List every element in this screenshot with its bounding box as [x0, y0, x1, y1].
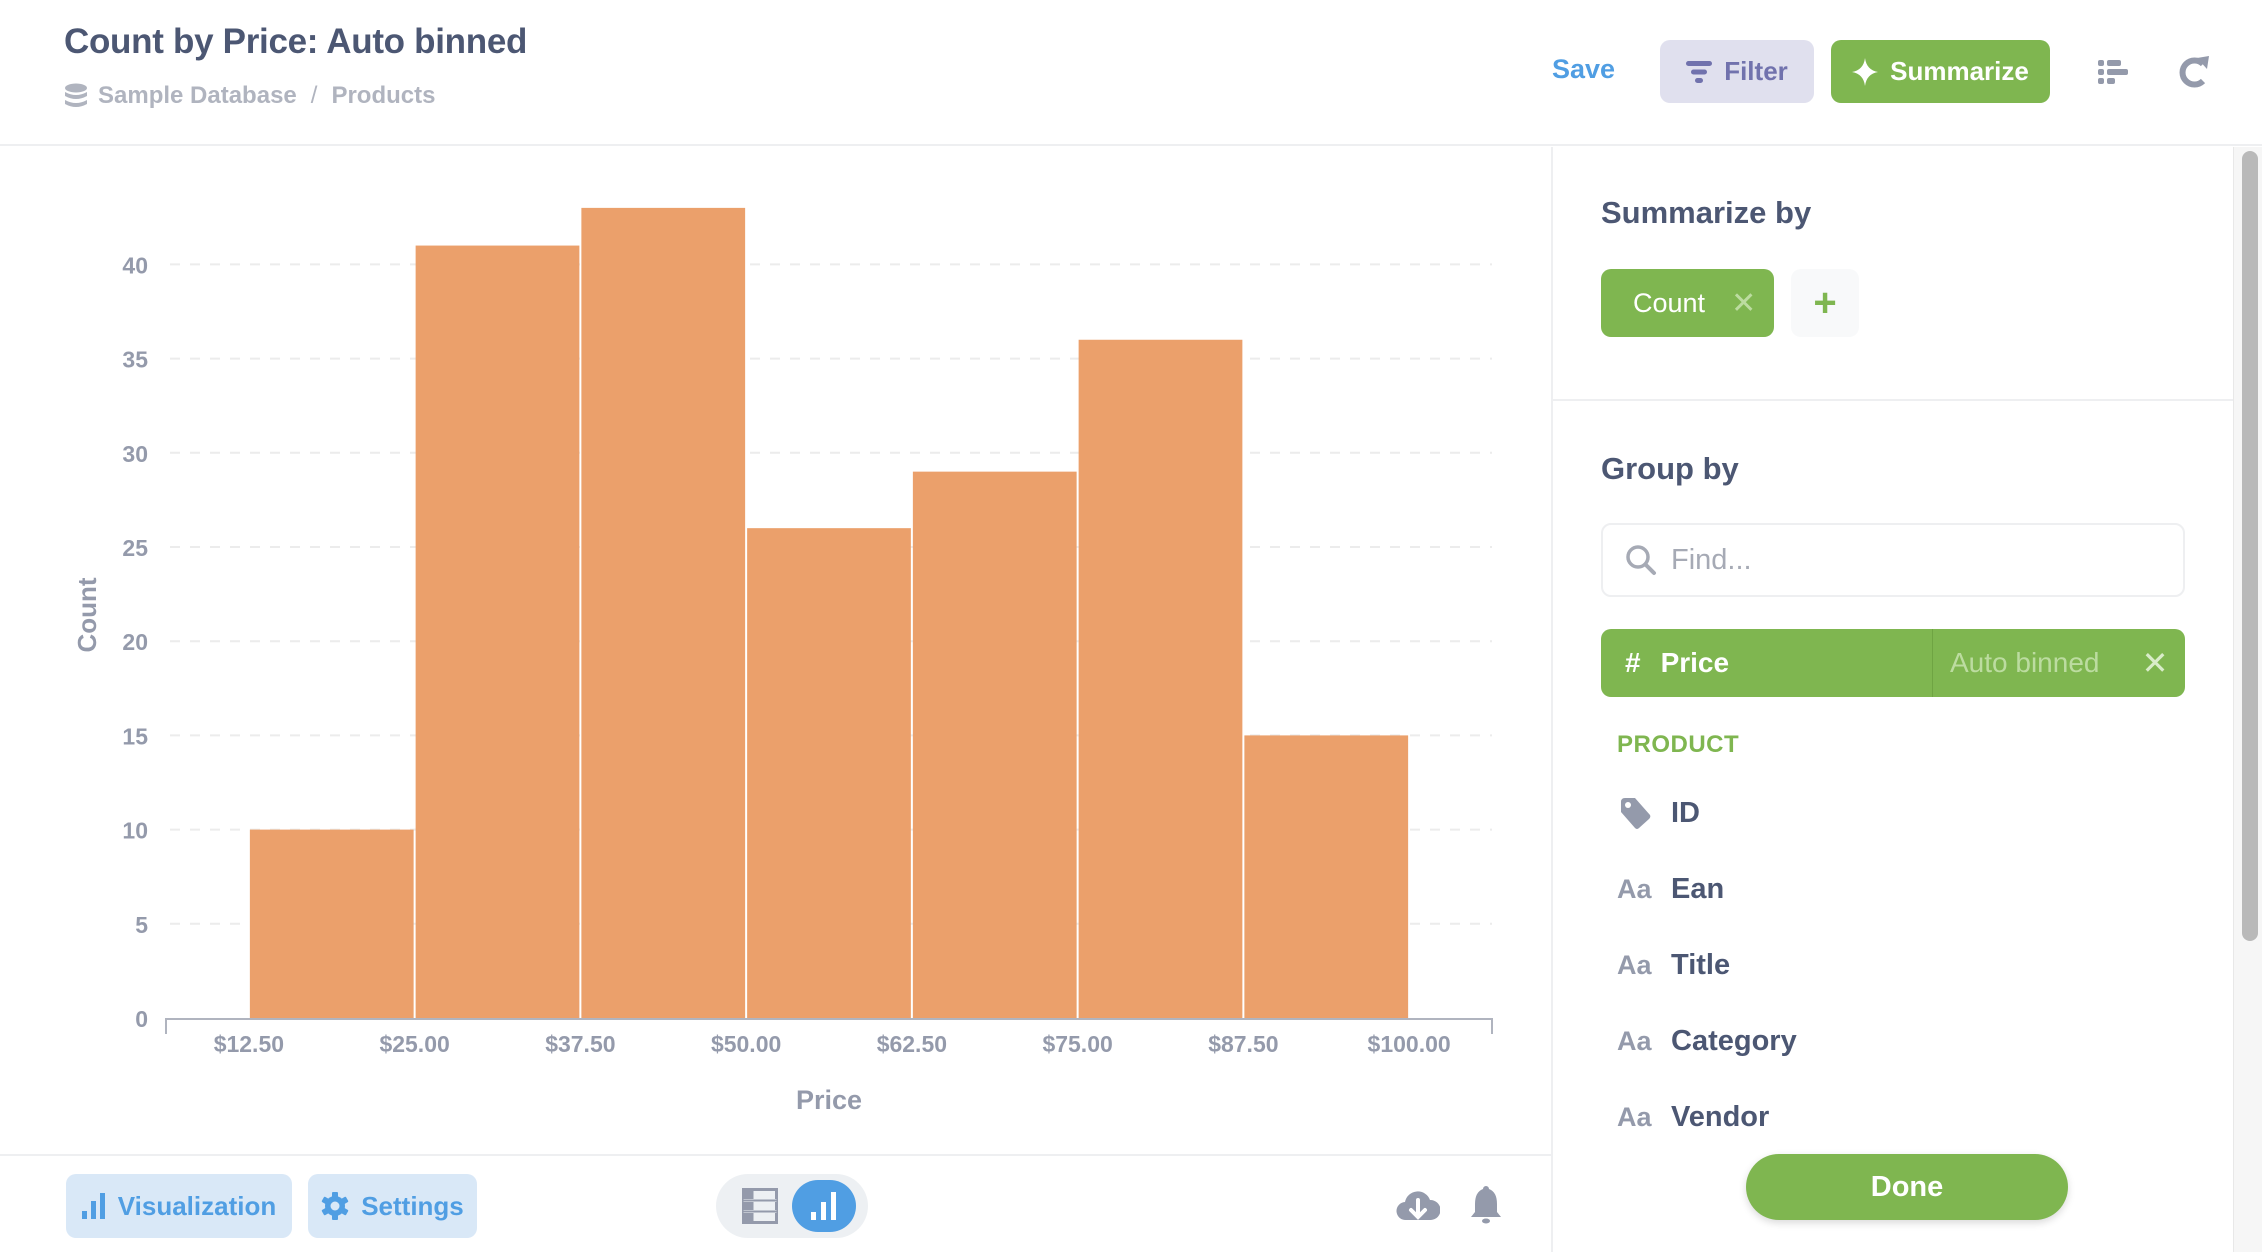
search-icon	[1626, 545, 1656, 575]
save-button[interactable]: Save	[1552, 54, 1615, 85]
summarize-sidebar: Summarize by Count ✕ + Group by # Price …	[1551, 147, 2235, 1252]
number-type-icon: #	[1625, 647, 1641, 678]
text-type-icon: Aa	[1617, 949, 1652, 980]
gear-icon	[321, 1192, 349, 1220]
view-toggle	[716, 1174, 868, 1238]
x-tick-label: $50.00	[711, 1031, 781, 1057]
dimension-item-vendor[interactable]: Aa Vendor	[1617, 1092, 1769, 1142]
y-tick-label: 0	[135, 1006, 148, 1032]
text-type-icon: Aa	[1617, 873, 1652, 904]
page-title: Count by Price: Auto binned	[64, 22, 528, 61]
x-axis-line	[165, 1018, 1493, 1034]
y-tick-label: 15	[122, 723, 148, 749]
filter-button[interactable]: Filter	[1660, 40, 1814, 103]
add-metric-button[interactable]: +	[1791, 269, 1859, 337]
dimension-label: Title	[1671, 948, 1731, 981]
histogram-bar[interactable]	[747, 528, 911, 1018]
database-icon	[65, 83, 87, 107]
remove-dimension-icon[interactable]: ✕	[2125, 629, 2185, 697]
dimension-label: ID	[1671, 796, 1700, 829]
histogram-chart: 0 5 10 15 20 25 30 35 40 $12.50 $25.00 $37.50 $50.00…	[72, 207, 1493, 1115]
bars	[249, 207, 1409, 1018]
breadcrumb-table[interactable]: Products	[331, 82, 435, 110]
bottom-bar: Visualization Settings	[0, 1154, 1551, 1252]
visualization-button[interactable]: Visualization	[66, 1174, 292, 1238]
y-tick-label: 20	[122, 629, 148, 655]
sidebar-scrollbar[interactable]	[2233, 147, 2262, 1252]
breadcrumb-database[interactable]: Sample Database	[98, 82, 297, 110]
metric-pill-count[interactable]: Count ✕	[1601, 269, 1774, 337]
settings-button[interactable]: Settings	[308, 1174, 477, 1238]
notebook-editor-button[interactable]	[2093, 52, 2133, 92]
query-header: Count by Price: Auto binned Sample Datab…	[0, 0, 2262, 146]
bar-chart-icon	[811, 1192, 836, 1220]
text-type-icon: Aa	[1617, 1101, 1652, 1132]
x-tick-label: $100.00	[1368, 1031, 1451, 1057]
filter-label: Filter	[1724, 56, 1788, 86]
find-input[interactable]	[1671, 543, 2171, 577]
dimension-item-id[interactable]: ID	[1617, 788, 1700, 838]
x-tick-label: $62.50	[877, 1031, 947, 1057]
done-button[interactable]: Done	[1746, 1154, 2068, 1220]
refresh-button[interactable]	[2174, 52, 2214, 92]
refresh-icon	[2179, 56, 2209, 88]
dimension-item-title[interactable]: Aa Title	[1617, 940, 1730, 990]
notebook-icon	[2098, 60, 2128, 84]
histogram-bar[interactable]	[1078, 339, 1243, 1018]
table-group-label: PRODUCT	[1617, 731, 1740, 758]
chart-area: 0 5 10 15 20 25 30 35 40 $12.50 $25.00 $37.50 $50.00…	[0, 147, 1551, 1153]
breadcrumb-separator: /	[310, 82, 318, 109]
metric-label: Count	[1633, 287, 1706, 318]
visualization-label: Visualization	[117, 1190, 277, 1221]
y-tick-label: 30	[122, 441, 148, 467]
sparkle-icon	[1852, 57, 1879, 86]
selected-dimension-label: Price	[1660, 647, 1730, 678]
histogram-bar[interactable]	[249, 829, 414, 1018]
histogram-bar[interactable]	[415, 245, 580, 1018]
scrollbar-thumb[interactable]	[2242, 151, 2258, 941]
y-axis-title: Count	[72, 577, 102, 652]
settings-label: Settings	[361, 1190, 464, 1221]
remove-metric-icon[interactable]: ✕	[1731, 286, 1756, 321]
bell-icon[interactable]	[1468, 1184, 1504, 1224]
group-by-heading: Group by	[1601, 451, 1739, 486]
section-divider	[1553, 399, 2235, 401]
y-tick-label: 25	[122, 535, 148, 561]
selected-dimension-main[interactable]: # Price	[1601, 629, 1933, 697]
breadcrumb: Sample Database / Products	[64, 82, 435, 110]
dimension-item-ean[interactable]: Aa Ean	[1617, 864, 1724, 914]
dimension-label: Vendor	[1671, 1100, 1770, 1133]
dimension-label: Ean	[1671, 872, 1725, 905]
bar-chart-icon	[81, 1193, 105, 1219]
y-tick-label: 35	[122, 347, 148, 373]
x-tick-label: $37.50	[545, 1031, 615, 1057]
y-tick-label: 5	[135, 912, 148, 938]
text-type-icon: Aa	[1617, 1025, 1652, 1056]
y-tick-label: 40	[122, 252, 148, 278]
table-view-icon[interactable]	[742, 1188, 778, 1224]
y-tick-label: 10	[122, 818, 148, 844]
x-tick-label: $25.00	[379, 1031, 449, 1057]
x-tick-label: $87.50	[1208, 1031, 1278, 1057]
histogram-bar[interactable]	[581, 207, 746, 1018]
download-icon[interactable]	[1396, 1186, 1440, 1226]
chart-view-toggle[interactable]	[792, 1180, 856, 1232]
summarize-label: Summarize	[1890, 56, 2029, 86]
summarize-by-heading: Summarize by	[1601, 195, 1812, 230]
dimension-label: Category	[1671, 1024, 1797, 1057]
summarize-button[interactable]: Summarize	[1831, 40, 2050, 103]
filter-icon	[1686, 60, 1713, 83]
histogram-bar[interactable]	[1244, 735, 1409, 1018]
x-axis-title: Price	[796, 1085, 862, 1115]
tag-icon	[1621, 798, 1651, 829]
x-tick-label: $75.00	[1042, 1031, 1112, 1057]
dimension-item-category[interactable]: Aa Category	[1617, 1016, 1797, 1066]
histogram-bar[interactable]	[912, 471, 1077, 1018]
dimension-search[interactable]	[1601, 523, 2185, 597]
x-tick-label: $12.50	[214, 1031, 284, 1057]
binning-selector[interactable]: Auto binned	[1933, 629, 2125, 697]
selected-dimension-price[interactable]: # Price Auto binned ✕	[1601, 629, 2185, 697]
